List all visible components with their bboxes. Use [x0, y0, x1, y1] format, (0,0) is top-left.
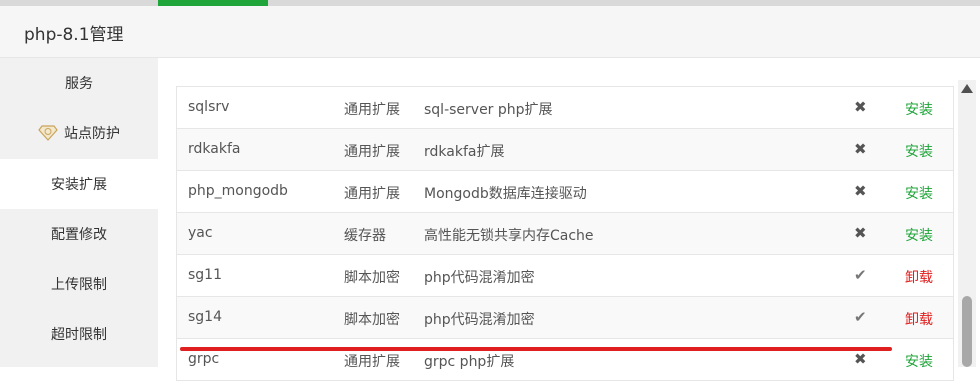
sidebar: 服务 站点防护 安装扩展 配置修改 上传限制 超时限制	[0, 58, 158, 367]
sidebar-item-install-extensions[interactable]: 安装扩展	[0, 159, 158, 209]
extension-description: rdkakfa扩展	[424, 144, 505, 160]
installed-check-icon: ✔	[854, 266, 867, 284]
not-installed-icon: ✖	[854, 182, 867, 200]
sidebar-item-config-edit[interactable]: 配置修改	[0, 209, 158, 259]
extension-name: sqlsrv	[188, 99, 230, 115]
sidebar-item-label: 超时限制	[51, 327, 107, 343]
highlight-underline	[180, 347, 892, 351]
extension-type: 通用扩展	[344, 144, 400, 160]
table-row: rdkakfa 通用扩展 rdkakfa扩展 ✖ 安装	[177, 129, 953, 171]
sidebar-item-timeout-limit[interactable]: 超时限制	[0, 309, 158, 359]
not-installed-icon: ✖	[854, 350, 867, 368]
extensions-table: sqlsrv 通用扩展 sql-server php扩展 ✖ 安装 rdkakf…	[176, 86, 954, 381]
not-installed-icon: ✖	[854, 98, 867, 116]
installed-check-icon: ✔	[854, 308, 867, 326]
extension-type: 缓存器	[344, 228, 386, 244]
install-button[interactable]: 安装	[905, 183, 933, 203]
extension-type: 脚本加密	[344, 270, 400, 286]
sidebar-item-label: 配置修改	[51, 227, 107, 243]
not-installed-icon: ✖	[854, 224, 867, 242]
extension-description: php代码混淆加密	[424, 270, 535, 286]
extension-type: 通用扩展	[344, 354, 400, 370]
table-row: yac 缓存器 高性能无锁共享内存Cache ✖ 安装	[177, 213, 953, 255]
extension-name: yac	[188, 225, 213, 241]
table-row: grpc 通用扩展 grpc php扩展 ✖ 安装	[177, 339, 953, 381]
extension-description: grpc php扩展	[424, 354, 515, 370]
scrollbar-thumb[interactable]	[962, 296, 972, 367]
extension-name: rdkakfa	[188, 141, 241, 157]
install-button[interactable]: 安装	[905, 225, 933, 245]
sidebar-item-service[interactable]: 服务	[0, 58, 158, 108]
install-button[interactable]: 安装	[905, 141, 933, 161]
extension-description: 高性能无锁共享内存Cache	[424, 228, 594, 244]
sidebar-item-site-protection[interactable]: 站点防护	[0, 108, 158, 158]
dialog-title: php-8.1管理	[24, 25, 124, 45]
sidebar-item-label: 服务	[65, 76, 93, 92]
extension-type: 通用扩展	[344, 102, 400, 118]
uninstall-button[interactable]: 卸载	[905, 267, 933, 287]
dialog-title-bar: php-8.1管理	[0, 6, 980, 58]
extension-description: sql-server php扩展	[424, 102, 553, 118]
uninstall-button[interactable]: 卸载	[905, 309, 933, 329]
sidebar-item-label: 站点防护	[64, 126, 120, 142]
not-installed-icon: ✖	[854, 140, 867, 158]
sidebar-item-label: 安装扩展	[51, 177, 107, 193]
extension-name: sg14	[188, 309, 222, 325]
extension-name: sg11	[188, 267, 222, 283]
extension-type: 脚本加密	[344, 312, 400, 328]
gem-icon	[38, 125, 58, 141]
install-button[interactable]: 安装	[905, 99, 933, 119]
extension-description: Mongodb数据库连接驱动	[424, 186, 587, 202]
scroll-up-arrow-icon[interactable]	[961, 84, 973, 93]
table-row: sg14 脚本加密 php代码混淆加密 ✔ 卸载	[177, 297, 953, 339]
extension-description: php代码混淆加密	[424, 312, 535, 328]
install-button[interactable]: 安装	[905, 351, 933, 371]
table-row: php_mongodb 通用扩展 Mongodb数据库连接驱动 ✖ 安装	[177, 171, 953, 213]
sidebar-item-upload-limit[interactable]: 上传限制	[0, 259, 158, 309]
extension-name: php_mongodb	[188, 183, 288, 199]
extension-name: grpc	[188, 351, 220, 367]
table-row: sg11 脚本加密 php代码混淆加密 ✔ 卸载	[177, 255, 953, 297]
table-row: sqlsrv 通用扩展 sql-server php扩展 ✖ 安装	[177, 87, 953, 129]
sidebar-item-label: 上传限制	[51, 277, 107, 293]
main-panel: sqlsrv 通用扩展 sql-server php扩展 ✖ 安装 rdkakf…	[158, 58, 980, 381]
extension-type: 通用扩展	[344, 186, 400, 202]
